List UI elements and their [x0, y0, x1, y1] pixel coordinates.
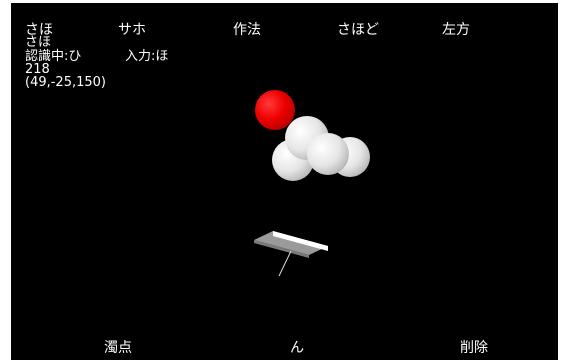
joint-sphere: [307, 133, 349, 175]
dakuten-button[interactable]: 濁点: [104, 340, 132, 356]
palm-plate: [254, 231, 328, 258]
n-button[interactable]: ん: [290, 340, 304, 356]
hand-3d-scene: [254, 90, 370, 277]
delete-button[interactable]: 削除: [460, 340, 488, 356]
fingertip-sphere: [255, 90, 295, 130]
hand-input-viewport: さほ サホ 作法 さほど 左方 さほ 認識中:ひ 入力:ほ 218 (49,-2…: [11, 3, 558, 360]
palm-normal-line: [278, 250, 292, 277]
